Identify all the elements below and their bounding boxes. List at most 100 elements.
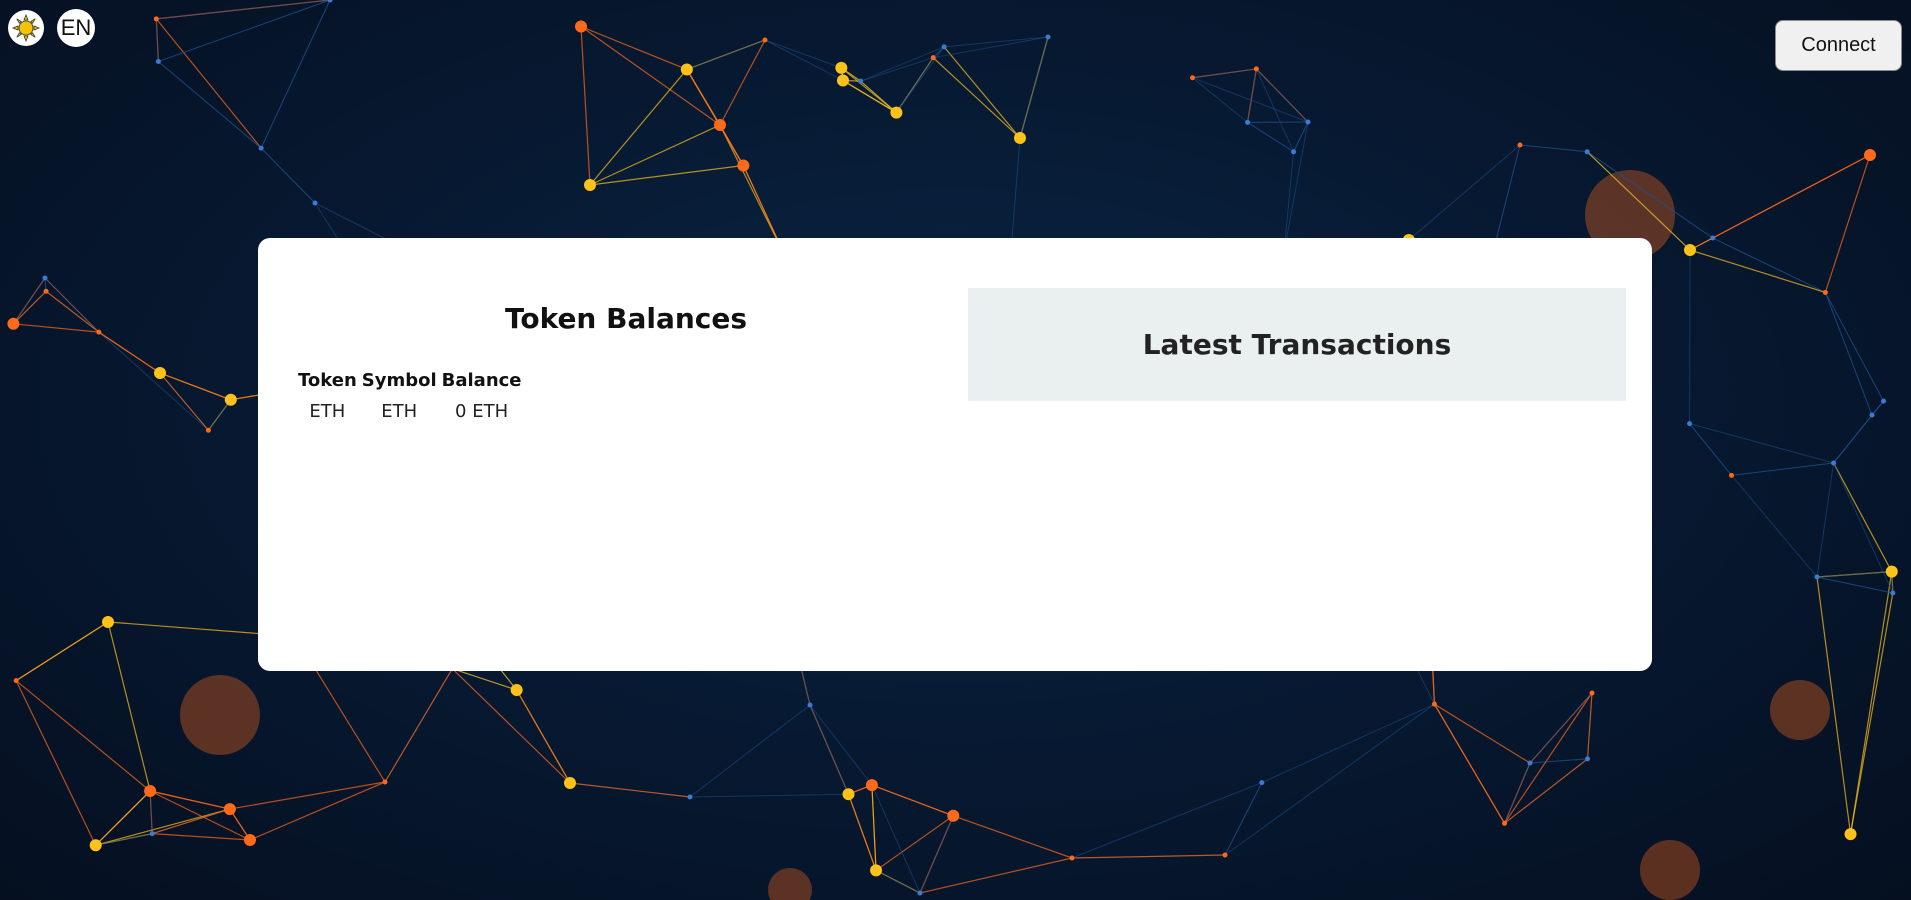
network-line: [764, 39, 844, 81]
network-line: [149, 790, 251, 841]
network-node: [947, 809, 960, 822]
network-line: [689, 793, 849, 798]
network-line: [15, 680, 151, 792]
network-node: [1844, 828, 1857, 841]
network-line: [933, 36, 1049, 59]
network-node: [737, 159, 750, 172]
network-node: [1822, 289, 1828, 295]
network-line: [1434, 703, 1531, 764]
network-line: [1529, 692, 1593, 764]
language-button[interactable]: EN: [57, 9, 95, 47]
network-node: [890, 106, 903, 119]
network-node: [1517, 142, 1523, 148]
network-line: [1433, 703, 1506, 824]
network-line: [15, 621, 109, 682]
network-node: [1814, 574, 1820, 580]
network-line: [569, 782, 691, 798]
network-node: [223, 803, 236, 816]
network-line: [871, 785, 877, 871]
network-node: [762, 37, 768, 43]
table-header-row: Token Symbol Balance: [298, 370, 522, 399]
network-line: [98, 331, 209, 431]
network-line: [95, 790, 151, 846]
network-line: [158, 61, 262, 149]
network-line: [871, 784, 921, 894]
network-node: [1014, 132, 1026, 144]
token-balances-section: Token Balances Token Symbol Balance ETH …: [258, 238, 994, 671]
network-line: [98, 331, 161, 374]
network-line: [1192, 77, 1309, 123]
network-node: [382, 779, 388, 785]
latest-transactions-title: Latest Transactions: [1142, 328, 1452, 361]
network-line: [1689, 423, 1732, 476]
network-line: [1504, 692, 1593, 824]
network-line: [1256, 68, 1309, 123]
network-line: [1833, 462, 1893, 572]
network-node: [842, 788, 855, 801]
column-header-token: Token: [298, 370, 357, 391]
network-line: [895, 57, 934, 113]
network-node: [224, 393, 237, 406]
network-line: [953, 815, 1073, 859]
network-node: [327, 0, 333, 3]
network-line: [1192, 68, 1257, 79]
network-node: [1831, 460, 1837, 466]
network-line: [1731, 462, 1834, 476]
network-node: [1881, 398, 1887, 404]
network-line: [847, 793, 877, 871]
network-node: [1585, 756, 1591, 762]
glow-blob: [180, 675, 260, 755]
network-line: [875, 869, 921, 894]
network-line: [451, 668, 571, 784]
network-line: [809, 704, 849, 795]
network-line: [149, 790, 230, 810]
network-line: [1731, 475, 1818, 578]
network-line: [1071, 854, 1226, 859]
sun-icon: [12, 14, 40, 42]
column-header-symbol: Symbol: [361, 370, 437, 391]
network-line: [95, 808, 231, 846]
network-line: [1283, 121, 1309, 253]
network-node: [154, 367, 166, 379]
network-line: [1261, 703, 1435, 784]
network-line: [1816, 571, 1892, 578]
network-node: [807, 702, 813, 708]
connect-button[interactable]: Connect: [1775, 20, 1902, 71]
token-balances-title: Token Balances: [504, 302, 748, 335]
network-line: [580, 26, 591, 186]
column-header-balance: Balance: [441, 370, 522, 391]
network-line: [1519, 144, 1588, 153]
token-balance-cell: 0 ETH: [455, 401, 509, 422]
network-line: [1293, 121, 1309, 152]
network-node: [1890, 590, 1896, 596]
network-line: [155, 18, 262, 149]
glow-blob: [1640, 840, 1700, 900]
network-node: [1864, 149, 1876, 161]
network-line: [1689, 423, 1834, 464]
network-line: [12, 277, 46, 325]
network-line: [1689, 154, 1871, 251]
network-node: [917, 890, 923, 896]
network-node: [1259, 780, 1265, 786]
network-line: [1824, 292, 1873, 416]
network-line: [1019, 36, 1049, 139]
network-node: [1222, 852, 1228, 858]
network-line: [260, 147, 316, 204]
network-node: [1869, 412, 1875, 418]
network-node: [510, 683, 523, 696]
network-node: [1245, 119, 1251, 125]
network-node: [1431, 701, 1437, 707]
network-node: [930, 55, 936, 61]
network-node: [1502, 820, 1508, 826]
network-node: [1069, 855, 1075, 861]
network-node: [7, 317, 20, 330]
theme-toggle-button[interactable]: [8, 10, 44, 46]
network-node: [102, 616, 114, 628]
network-node: [153, 16, 159, 22]
network-line: [764, 39, 842, 69]
network-node: [258, 145, 264, 151]
network-line: [155, 18, 159, 62]
network-node: [312, 200, 318, 206]
network-line: [943, 46, 1021, 139]
network-node: [42, 275, 48, 281]
